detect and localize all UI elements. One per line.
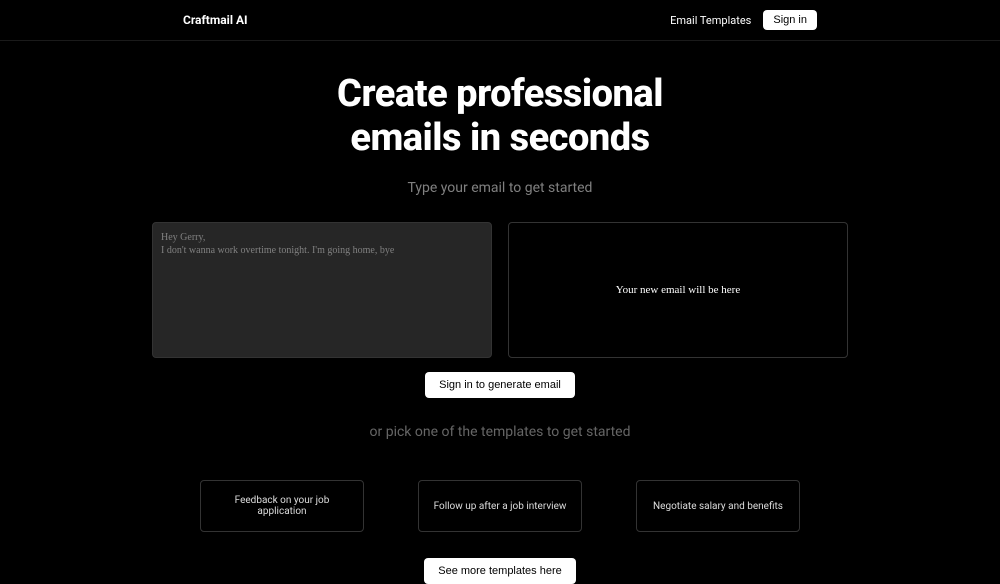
signin-button[interactable]: Sign in bbox=[763, 10, 817, 30]
templates-label: or pick one of the templates to get star… bbox=[0, 424, 1000, 440]
hero-title: Create professional emails in seconds bbox=[0, 73, 1000, 160]
hero-subtitle: Type your email to get started bbox=[0, 180, 1000, 196]
logo[interactable]: Craftmail AI bbox=[183, 13, 248, 27]
template-card-followup[interactable]: Follow up after a job interview bbox=[418, 480, 582, 532]
input-line1: Hey Gerry, bbox=[161, 231, 483, 244]
see-more-button[interactable]: See more templates here bbox=[424, 558, 576, 584]
nav-right: Email Templates Sign in bbox=[670, 10, 817, 30]
main: Create professional emails in seconds Ty… bbox=[0, 41, 1000, 584]
email-input[interactable]: Hey Gerry, I don't wanna work overtime t… bbox=[152, 222, 492, 358]
input-line2: I don't wanna work overtime tonight. I'm… bbox=[161, 244, 483, 257]
hero-title-line2: emails in seconds bbox=[350, 116, 649, 160]
output-placeholder: Your new email will be here bbox=[616, 284, 740, 296]
template-card-feedback[interactable]: Feedback on your job application bbox=[200, 480, 364, 532]
header: Craftmail AI Email Templates Sign in bbox=[0, 0, 1000, 41]
generate-button[interactable]: Sign in to generate email bbox=[425, 372, 575, 398]
template-card-negotiate[interactable]: Negotiate salary and benefits bbox=[636, 480, 800, 532]
nav-email-templates[interactable]: Email Templates bbox=[670, 14, 751, 27]
panels: Hey Gerry, I don't wanna work overtime t… bbox=[0, 222, 1000, 358]
email-output: Your new email will be here bbox=[508, 222, 848, 358]
templates: Feedback on your job application Follow … bbox=[0, 480, 1000, 532]
hero-title-line1: Create professional bbox=[337, 72, 663, 116]
